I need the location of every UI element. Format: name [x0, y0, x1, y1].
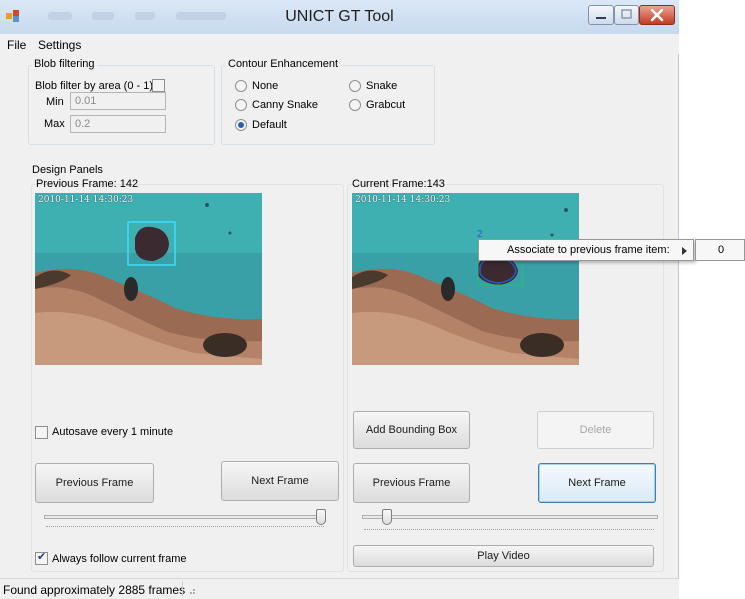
maximize-button[interactable]	[614, 5, 639, 25]
status-text: Found approximately 2885 frames	[3, 583, 186, 597]
maximize-icon	[621, 9, 632, 19]
underwater-scene-image	[35, 193, 262, 365]
design-panels-title: Design Panels	[32, 164, 103, 176]
radio-snake[interactable]	[349, 80, 361, 92]
left-previous-frame-button-label: Previous Frame	[55, 477, 134, 489]
follow-current-frame-label: Always follow current frame	[52, 553, 187, 565]
current-frame-timestamp: 2010-11-14 14:30:23	[355, 195, 451, 205]
window-title: UNICT GT Tool	[285, 8, 394, 25]
left-slider-ticks	[46, 526, 324, 528]
title-bar[interactable]: UNICT GT Tool	[0, 0, 679, 35]
radio-default[interactable]	[235, 119, 247, 131]
radio-grabcut[interactable]	[349, 99, 361, 111]
delete-button-label: Delete	[579, 424, 612, 436]
underwater-scene-image	[352, 193, 579, 365]
submenu-item-value[interactable]: 0	[718, 244, 724, 256]
current-frame-label: Current Frame:143	[352, 178, 445, 190]
radio-grabcut-label: Grabcut	[366, 99, 406, 111]
close-icon	[650, 8, 664, 22]
autosave-label: Autosave every 1 minute	[52, 426, 174, 438]
radio-default-label: Default	[252, 119, 287, 131]
right-frame-slider-track[interactable]	[362, 515, 658, 519]
add-bounding-box-button[interactable]: Add Bounding Box	[353, 411, 470, 449]
previous-frame-label: Previous Frame: 142	[36, 178, 139, 190]
menu-bar: File Settings	[0, 34, 679, 54]
left-previous-frame-button[interactable]: Previous Frame	[35, 463, 154, 503]
status-bar: Found approximately 2885 frames	[0, 578, 679, 599]
blob-filtering-title: Blob filtering	[32, 58, 97, 70]
max-label: Max	[44, 118, 65, 130]
min-input[interactable]: 0.01	[70, 92, 166, 110]
right-previous-frame-button[interactable]: Previous Frame	[353, 463, 470, 503]
current-frame-image[interactable]: 2010-11-14 14:30:23 2	[352, 193, 579, 365]
left-next-frame-button[interactable]: Next Frame	[221, 461, 339, 501]
radio-canny-snake[interactable]	[235, 99, 247, 111]
submenu: 0	[695, 239, 745, 261]
autosave-checkbox[interactable]	[35, 426, 48, 439]
previous-frame-timestamp: 2010-11-14 14:30:23	[38, 195, 134, 205]
right-next-frame-button[interactable]: Next Frame	[538, 463, 656, 503]
radio-none[interactable]	[235, 80, 247, 92]
right-next-frame-button-label: Next Frame	[568, 477, 626, 489]
left-frame-slider-track[interactable]	[44, 515, 326, 519]
close-button[interactable]	[639, 5, 675, 25]
left-frame-slider-thumb[interactable]	[316, 509, 326, 525]
minimize-button[interactable]	[588, 5, 614, 25]
add-bounding-box-button-label: Add Bounding Box	[365, 424, 458, 436]
menu-settings[interactable]: Settings	[38, 38, 81, 52]
blob-filter-label: Blob filter by area (0 - 1):	[35, 80, 157, 92]
play-video-button[interactable]: Play Video	[353, 545, 654, 567]
associate-menu-item[interactable]: Associate to previous frame item:	[507, 244, 670, 256]
context-menu: Associate to previous frame item:	[478, 239, 694, 261]
max-input[interactable]: 0.2	[70, 115, 166, 133]
resize-grip-icon[interactable]	[186, 585, 196, 595]
right-slider-ticks	[364, 529, 654, 531]
app-window: UNICT GT Tool File Settings Blob filteri…	[0, 0, 679, 599]
radio-snake-label: Snake	[366, 80, 398, 92]
contour-enhancement-title: Contour Enhancement	[226, 58, 341, 70]
play-video-button-label: Play Video	[477, 550, 530, 562]
radio-none-label: None	[252, 80, 279, 92]
follow-current-frame-checkbox[interactable]	[35, 550, 48, 565]
previous-frame-image[interactable]: 2010-11-14 14:30:23	[35, 193, 262, 365]
right-frame-slider-thumb[interactable]	[382, 509, 393, 525]
min-label: Min	[46, 96, 64, 108]
menu-file[interactable]: File	[7, 38, 26, 52]
blob-filter-checkbox[interactable]	[152, 79, 165, 92]
minimize-icon	[596, 17, 606, 19]
submenu-arrow-icon	[682, 247, 687, 255]
delete-button[interactable]: Delete	[537, 411, 654, 449]
radio-canny-snake-label: Canny Snake	[252, 99, 319, 111]
left-next-frame-button-label: Next Frame	[251, 475, 309, 487]
right-previous-frame-button-label: Previous Frame	[372, 477, 451, 489]
